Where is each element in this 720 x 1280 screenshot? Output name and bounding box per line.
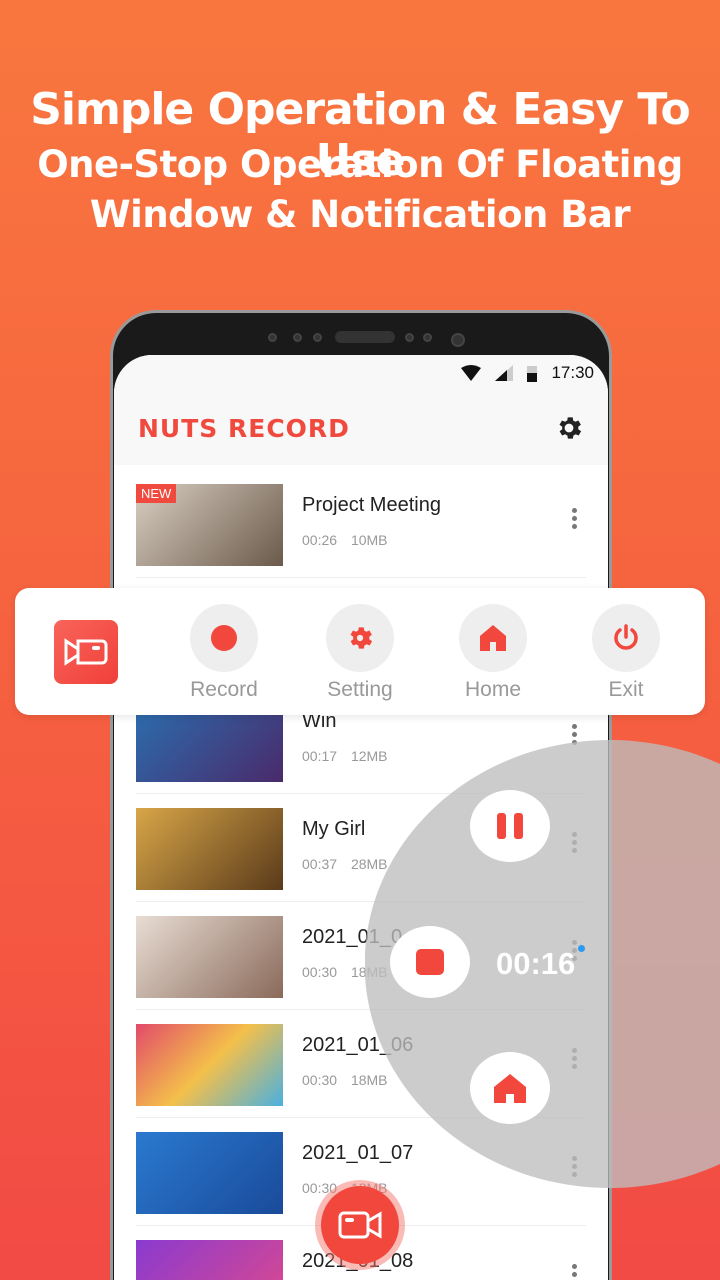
video-meta: 00:26 10MB [302, 532, 388, 548]
front-camera [451, 333, 465, 347]
gear-icon [350, 627, 373, 649]
app-logo: NUTS RECORD [138, 413, 350, 443]
app-icon[interactable] [54, 620, 118, 684]
record-icon [211, 625, 237, 651]
wifi-icon [461, 365, 482, 381]
button-label: Setting [327, 678, 393, 701]
subheadline-line: Window & Notification Bar [89, 193, 631, 236]
button-label: Home [464, 678, 522, 701]
record-fab[interactable] [315, 1180, 405, 1270]
power-icon [614, 624, 638, 650]
subheadline: One-Stop Operation Of Floating Window & N… [0, 140, 720, 240]
home-icon [494, 1074, 526, 1103]
stop-icon [416, 949, 444, 975]
gear-icon[interactable] [554, 413, 584, 443]
battery-icon [527, 366, 538, 382]
home-button[interactable]: Home [443, 604, 543, 702]
sensor [423, 333, 432, 342]
more-options-icon[interactable] [572, 1264, 578, 1280]
video-title: Project Meeting [302, 494, 441, 516]
video-duration: 00:30 [302, 964, 338, 980]
speaker [335, 331, 395, 343]
recording-timer: 00:16 [496, 946, 576, 981]
video-duration: 00:30 [302, 1072, 338, 1088]
status-bar: 17:30 [114, 355, 608, 391]
video-thumbnail[interactable] [136, 1024, 283, 1106]
video-thumbnail[interactable]: NEW [136, 484, 283, 566]
video-title: My Girl [302, 818, 366, 840]
video-list-item[interactable]: NEW Project Meeting 00:26 10MB [136, 470, 586, 578]
video-duration: 00:17 [302, 748, 338, 764]
video-thumbnail[interactable] [136, 916, 283, 998]
setting-button[interactable]: Setting [310, 604, 410, 702]
new-badge: NEW [136, 484, 177, 503]
video-thumbnail[interactable] [136, 808, 283, 890]
video-size: 10MB [350, 532, 388, 548]
button-label: Exit [608, 678, 644, 701]
video-thumbnail[interactable] [136, 1132, 283, 1214]
subheadline-line: One-Stop Operation Of Floating [37, 143, 683, 186]
sensor [293, 333, 302, 342]
more-options-icon[interactable] [572, 508, 578, 532]
stop-button[interactable] [390, 926, 470, 998]
home-button[interactable] [470, 1052, 550, 1124]
pause-button[interactable] [470, 790, 550, 862]
recording-indicator-dot [578, 945, 585, 952]
video-duration: 00:37 [302, 856, 338, 872]
sensor [268, 333, 277, 342]
floating-window: Record Setting Home Exit [15, 588, 705, 715]
video-camera-icon [338, 1211, 382, 1239]
exit-button[interactable]: Exit [576, 604, 676, 702]
video-thumbnail[interactable] [136, 1240, 283, 1280]
signal-icon [495, 365, 514, 381]
pause-icon [497, 813, 523, 839]
sensor [405, 333, 414, 342]
app-bar: NUTS RECORD [114, 391, 608, 465]
video-duration: 00:26 [302, 532, 338, 548]
video-camera-icon [64, 638, 108, 666]
sensor [313, 333, 322, 342]
clock: 17:30 [551, 363, 594, 382]
button-label: Record [190, 678, 258, 701]
record-button[interactable]: Record [174, 604, 274, 702]
home-icon [480, 625, 506, 651]
